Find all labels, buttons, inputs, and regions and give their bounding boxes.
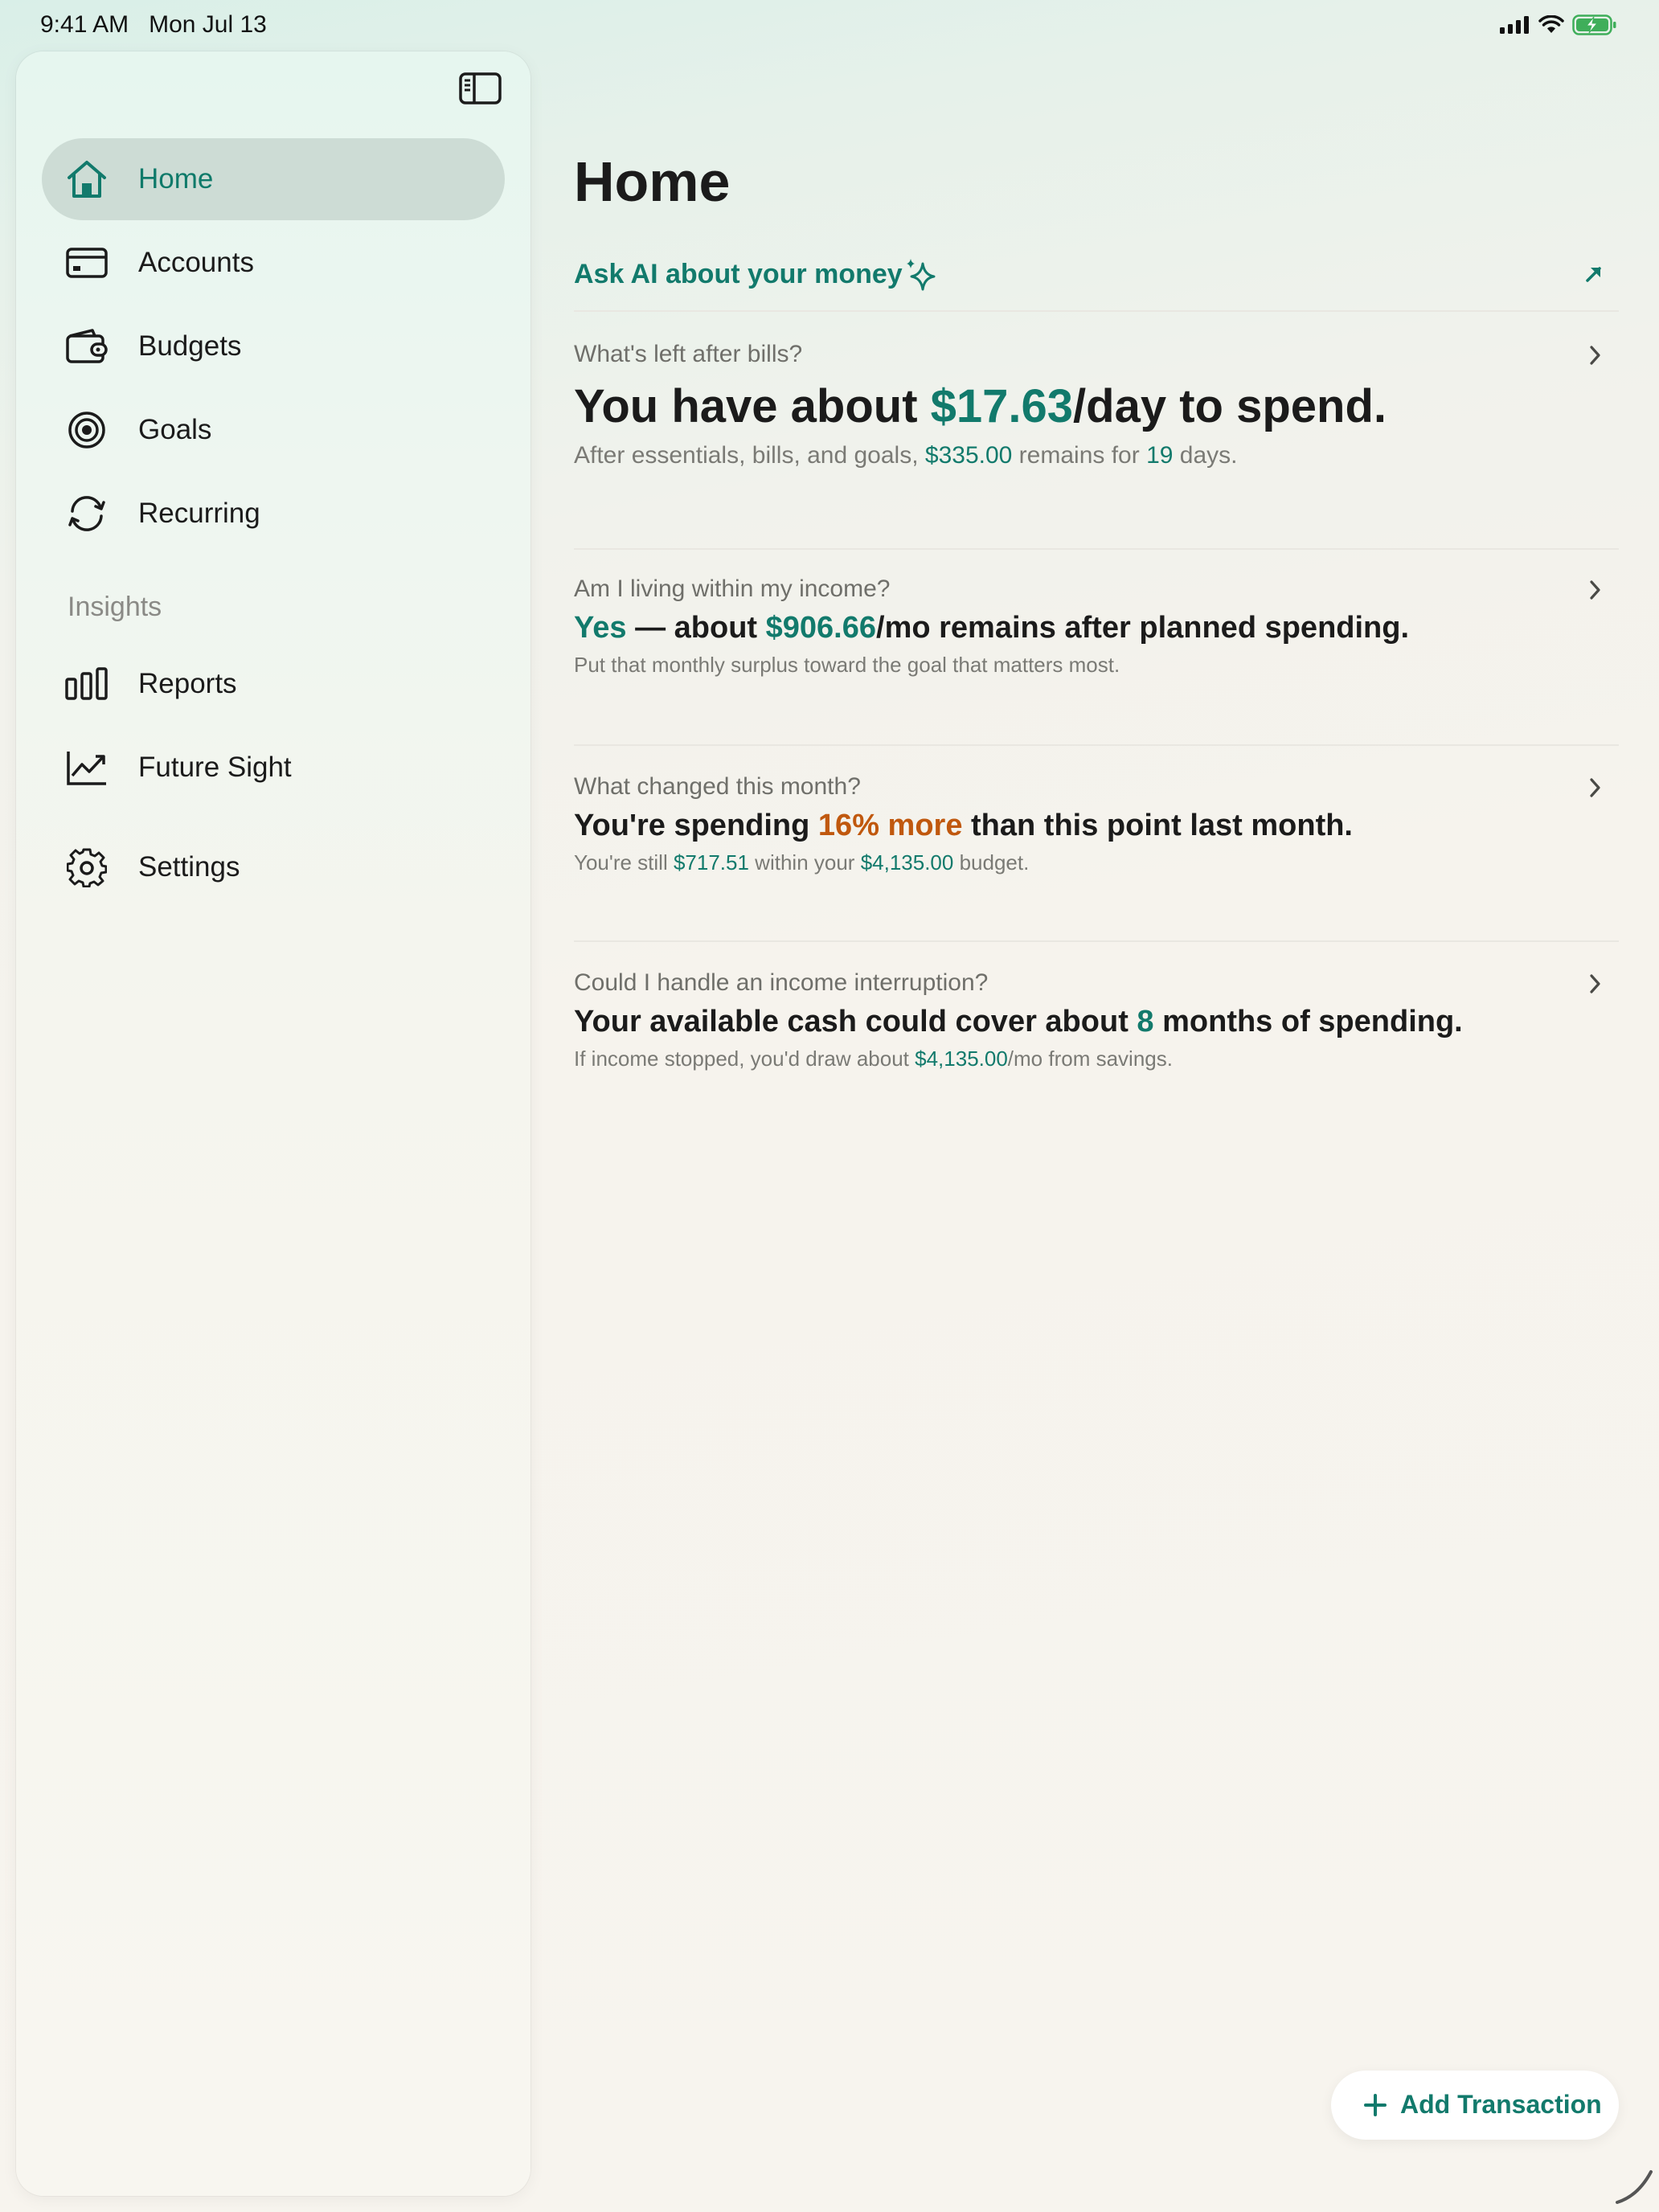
savings-draw-amount: $4,135.00 [915, 1047, 1008, 1071]
within-amount: $717.51 [673, 850, 749, 875]
ask-ai-button[interactable]: Ask AI about your money [574, 251, 1619, 301]
add-transaction-button[interactable]: Add Transaction [1331, 2071, 1619, 2140]
card-headline: You're spending 16% more than this point… [574, 809, 1353, 843]
sidebar-toggle-icon [459, 72, 502, 104]
gear-icon [64, 845, 109, 890]
add-transaction-label: Add Transaction [1400, 2090, 1602, 2119]
sidebar-item-label: Goals [138, 414, 212, 445]
days-count: 19 [1146, 442, 1174, 469]
target-icon [64, 408, 109, 453]
resize-corner-icon [1616, 2170, 1653, 2204]
card-subtext: Put that monthly surplus toward the goal… [574, 653, 1120, 677]
subtext: within your [748, 850, 861, 875]
card-headline: You have about $17.63/day to spend. [574, 379, 1387, 433]
status-time: 9:41 AM Mon Jul 13 [40, 11, 267, 39]
sidebar-toggle-button[interactable] [458, 71, 503, 108]
headline-text: — about [626, 611, 766, 645]
card-subtext: If income stopped, you'd draw about $4,1… [574, 1047, 1173, 1071]
plus-icon [1364, 2094, 1387, 2116]
ask-ai-label: Ask AI about your money [574, 259, 903, 289]
chevron-right-icon [1590, 346, 1600, 365]
home-icon [64, 157, 109, 202]
sidebar-item-label: Budgets [138, 330, 242, 362]
sparkle-icon [907, 259, 936, 291]
sidebar-item-budgets[interactable]: Budgets [42, 305, 505, 387]
card-question: Could I handle an income interruption? [574, 969, 989, 996]
divider [574, 940, 1619, 942]
divider [574, 310, 1619, 312]
insight-card-income-interruption[interactable]: Could I handle an income interruption? Y… [574, 969, 1619, 1074]
chevron-right-icon [1590, 580, 1600, 600]
sidebar-item-label: Recurring [138, 498, 260, 529]
yes-answer: Yes [574, 611, 627, 645]
remaining-amount: $335.00 [924, 442, 1013, 469]
sidebar-item-reports[interactable]: Reports [42, 643, 505, 725]
sidebar: Home Accounts Budgets Goals Recurring In… [16, 51, 530, 2196]
main-content: Home Ask AI about your money What's left… [574, 0, 1619, 2212]
sidebar-item-label: Accounts [138, 247, 254, 278]
card-subtext: You're still $717.51 within your $4,135.… [574, 850, 1029, 875]
divider [574, 744, 1619, 746]
sidebar-item-recurring[interactable]: Recurring [42, 473, 505, 555]
sidebar-item-settings[interactable]: Settings [42, 826, 505, 908]
subtext: days. [1173, 442, 1238, 469]
card-question: What's left after bills? [574, 341, 803, 367]
card-headline: Your available cash could cover about 8 … [574, 1005, 1463, 1039]
wallet-icon [64, 324, 109, 369]
subtext: /mo from savings. [1007, 1047, 1173, 1071]
bar-chart-icon [64, 662, 109, 707]
headline-text: You have about [574, 380, 931, 432]
months-count: 8 [1137, 1005, 1154, 1038]
arrow-up-right-icon [1586, 267, 1601, 282]
page-title: Home [574, 150, 731, 213]
sidebar-item-label: Future Sight [138, 752, 292, 783]
sidebar-item-accounts[interactable]: Accounts [42, 222, 505, 304]
recurring-icon [64, 491, 109, 536]
clock-date: Mon Jul 13 [149, 11, 267, 38]
card-question: What changed this month? [574, 773, 861, 800]
budget-amount: $4,135.00 [860, 850, 954, 875]
subtext: budget. [953, 850, 1030, 875]
headline-text: months of spending. [1153, 1005, 1463, 1038]
sidebar-item-future-sight[interactable]: Future Sight [42, 727, 505, 809]
sidebar-item-label: Reports [138, 668, 237, 699]
sidebar-item-label: Settings [138, 851, 240, 883]
card-question: Am I living within my income? [574, 576, 891, 602]
subtext: If income stopped, you'd draw about [574, 1047, 916, 1071]
headline-text: than this point last month. [962, 809, 1353, 842]
section-label-insights: Insights [68, 592, 162, 622]
divider [574, 548, 1619, 550]
headline-text: /mo remains after planned spending. [876, 611, 1410, 645]
insight-card-what-changed[interactable]: What changed this month? You're spending… [574, 773, 1619, 878]
trend-chart-icon [64, 745, 109, 790]
clock-time: 9:41 AM [40, 11, 129, 38]
chevron-right-icon [1590, 974, 1600, 993]
card-subtext: After essentials, bills, and goals, $335… [574, 442, 1237, 469]
daily-amount: $17.63 [930, 380, 1074, 432]
headline-text: You're spending [574, 809, 818, 842]
sidebar-item-home[interactable]: Home [42, 138, 505, 220]
subtext: After essentials, bills, and goals, [574, 442, 925, 469]
subtext: You're still [574, 850, 674, 875]
headline-text: /day to spend. [1073, 380, 1387, 432]
headline-text: Your available cash could cover about [574, 1005, 1137, 1038]
chevron-right-icon [1590, 778, 1600, 797]
sidebar-item-goals[interactable]: Goals [42, 389, 505, 471]
credit-card-icon [64, 240, 109, 285]
spending-change: 16% more [817, 809, 963, 842]
insight-card-left-after-bills[interactable]: What's left after bills? You have about … [574, 341, 1619, 474]
card-headline: Yes — about $906.66/mo remains after pla… [574, 611, 1409, 645]
surplus-amount: $906.66 [765, 611, 877, 645]
subtext: remains for [1012, 442, 1147, 469]
sidebar-item-label: Home [138, 163, 214, 195]
insight-card-living-within-income[interactable]: Am I living within my income? Yes — abou… [574, 576, 1619, 680]
